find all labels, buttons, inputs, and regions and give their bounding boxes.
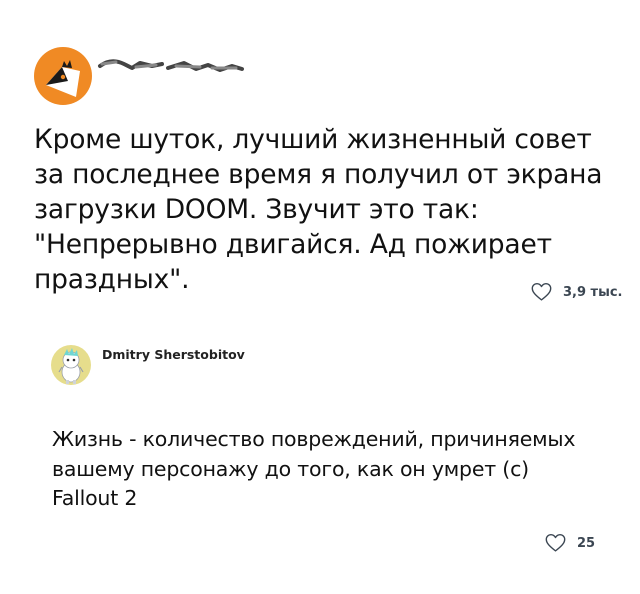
post-author-avatar[interactable]	[34, 47, 92, 105]
post-like-button[interactable]: 3,9 тыс.	[531, 282, 623, 302]
reply-like-button[interactable]: 25	[545, 533, 595, 553]
reply-text: Жизнь - количество повреждений, причиняе…	[52, 427, 576, 510]
reply-like-count: 25	[577, 535, 596, 551]
post-text: Кроме шуток, лучший жизненный совет за п…	[34, 124, 603, 295]
reply-author-avatar[interactable]	[51, 345, 91, 385]
post-like-count: 3,9 тыс.	[563, 284, 623, 300]
heart-outline-icon	[531, 282, 552, 301]
reply-author-name[interactable]: Dmitry Sherstobitov	[102, 347, 245, 362]
redacted-username-scribble	[98, 59, 244, 72]
heart-outline-icon	[545, 533, 566, 552]
